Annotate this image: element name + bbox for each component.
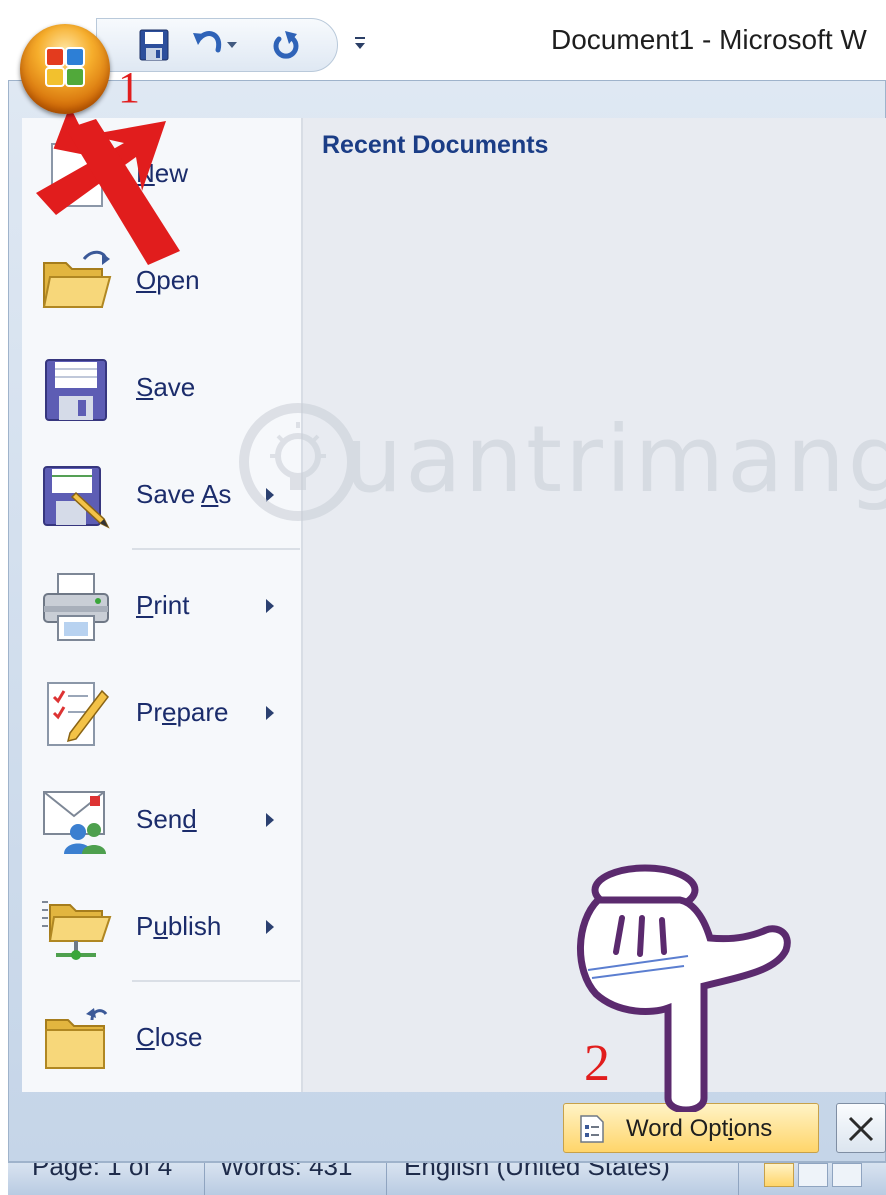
- exit-word-button[interactable]: [836, 1103, 886, 1153]
- repeat-button[interactable]: [267, 23, 305, 67]
- customize-toolbar-icon: [355, 37, 365, 49]
- watermark-text: uantrimang: [344, 406, 886, 513]
- menu-item-label: Send: [136, 804, 197, 834]
- submenu-arrow-icon: [266, 920, 274, 934]
- lightbulb-watermark-icon: [239, 403, 357, 521]
- annotation-step-2: 2: [584, 1035, 610, 1092]
- recent-documents-title: Recent Documents: [322, 131, 549, 159]
- menu-item-publish[interactable]: Publish: [22, 875, 301, 979]
- window-title: Document1 - Microsoft W: [551, 24, 867, 55]
- status-divider: [204, 1163, 205, 1195]
- web-layout-view-button[interactable]: [832, 1163, 862, 1187]
- menu-item-prepare[interactable]: Prepare: [22, 661, 301, 765]
- status-divider: [386, 1163, 387, 1195]
- word-options-label: Word Options: [626, 1115, 773, 1142]
- annotation-step-1: 1: [118, 63, 140, 112]
- word-options-icon: [580, 1115, 604, 1143]
- status-words[interactable]: Words: 431: [220, 1163, 352, 1182]
- menu-item-print[interactable]: Print: [22, 554, 301, 658]
- prepare-icon: [47, 682, 109, 746]
- menu-item-label: Save: [136, 372, 196, 402]
- save-as-icon: [43, 466, 110, 529]
- status-bar: Page: 1 of 4 Words: 431 English (United …: [8, 1162, 886, 1195]
- menu-item-label: Save As: [136, 479, 232, 509]
- menu-item-label: Print: [136, 590, 190, 620]
- close-folder-icon: [45, 1008, 108, 1069]
- submenu-arrow-icon: [266, 813, 274, 827]
- customize-toolbar-button[interactable]: [352, 34, 368, 54]
- office-button[interactable]: [20, 24, 110, 114]
- full-screen-reading-view-button[interactable]: [798, 1163, 828, 1187]
- status-page[interactable]: Page: 1 of 4: [32, 1163, 172, 1182]
- print-layout-view-button[interactable]: [764, 1163, 794, 1187]
- office-logo-icon: [45, 47, 85, 87]
- submenu-arrow-icon: [266, 599, 274, 613]
- menu-item-label: Close: [136, 1022, 203, 1052]
- menu-item-label: Publish: [136, 911, 222, 941]
- repeat-icon: [273, 31, 299, 59]
- menu-item-send[interactable]: Send: [22, 768, 301, 872]
- undo-dropdown-button[interactable]: [221, 23, 243, 67]
- undo-icon: [193, 31, 222, 53]
- red-arrow-annotation: [36, 105, 180, 265]
- send-icon: [43, 791, 106, 854]
- menu-separator: [132, 548, 300, 550]
- save-disk-icon: [45, 359, 107, 421]
- menu-item-close[interactable]: Close: [22, 986, 301, 1090]
- status-divider: [738, 1163, 739, 1195]
- publish-icon: [42, 901, 112, 960]
- close-x-icon: [848, 1116, 874, 1142]
- status-language[interactable]: English (United States): [404, 1163, 670, 1182]
- dropdown-icon: [227, 42, 237, 48]
- printer-icon: [43, 573, 109, 641]
- menu-separator: [132, 980, 300, 982]
- submenu-arrow-icon: [266, 706, 274, 720]
- save-button[interactable]: [135, 23, 173, 67]
- save-icon: [139, 29, 169, 61]
- watermark: uantrimang: [236, 400, 886, 529]
- menu-item-label: Prepare: [136, 697, 229, 727]
